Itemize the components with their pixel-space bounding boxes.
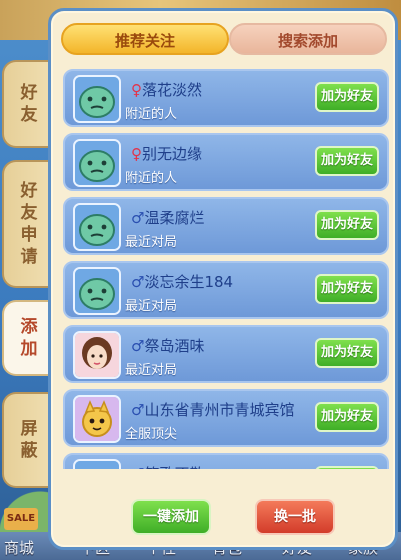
sale-badge[interactable]: SALE xyxy=(4,508,38,530)
female-icon: ♀ xyxy=(131,81,142,99)
side-tab-friends[interactable]: 好友 xyxy=(2,60,54,148)
player-avatar[interactable] xyxy=(73,331,121,379)
tab-recommended[interactable]: 推荐关注 xyxy=(61,23,229,55)
player-source: 附近的人 xyxy=(125,171,178,186)
male-icon: ♂ xyxy=(131,273,145,291)
player-name-text: 温柔腐烂 xyxy=(144,209,205,227)
side-tab-friends-label: 好友 xyxy=(20,83,38,125)
player-name: ♂山东省青州市青城宾馆 xyxy=(131,399,294,420)
friends-panel: 推荐关注 搜索添加 ♀落花淡然 附近的人 加为好友 ♀别无边缘 附近的人 加为好友 ♂温柔腐… xyxy=(48,8,398,550)
player-row: ♀别无边缘附近的人 加为好友 xyxy=(63,133,389,191)
player-avatar[interactable] xyxy=(73,203,121,251)
player-list[interactable]: ♀落花淡然 附近的人 加为好友 ♀别无边缘 附近的人 加为好友 ♂温柔腐烂 最近对局 加为好友 ♂… xyxy=(63,69,389,469)
add-friend-button[interactable]: 加为好友 xyxy=(315,466,379,469)
player-row: ♂笑歌不散加为好友 xyxy=(63,453,389,469)
player-source: 最近对局 xyxy=(125,299,178,314)
side-tab-friend-requests-label: 好友申请 xyxy=(20,181,38,267)
add-friend-button[interactable]: 加为好友 xyxy=(315,210,379,240)
add-friend-button[interactable]: 加为好友 xyxy=(315,402,379,432)
nav-shop[interactable]: 商城 xyxy=(4,537,34,558)
side-tab-friend-requests[interactable]: 好友申请 xyxy=(2,160,54,288)
tab-search-add[interactable]: 搜索添加 xyxy=(229,23,387,55)
player-name-text: 祭岛酒味 xyxy=(144,337,205,355)
side-tab-add[interactable]: 添加 xyxy=(2,300,54,376)
player-source: 最近对局 xyxy=(125,363,178,378)
player-name-text: 别无边缘 xyxy=(142,145,203,163)
side-tab-block[interactable]: 屏蔽 xyxy=(2,392,54,488)
side-tab-block-label: 屏蔽 xyxy=(20,419,38,461)
player-name-text: 山东省青州市青城宾馆 xyxy=(144,401,295,419)
player-name: ♂淡忘余生184 xyxy=(131,271,233,292)
player-source: 附近的人 xyxy=(125,107,178,122)
player-avatar[interactable] xyxy=(73,139,121,187)
player-name-text: 淡忘余生184 xyxy=(144,273,234,291)
player-source: 全服顶尖 xyxy=(125,427,178,442)
player-avatar[interactable] xyxy=(73,267,121,315)
player-name: ♀别无边缘 xyxy=(131,143,202,164)
add-all-button[interactable]: 一键添加 xyxy=(131,499,211,535)
player-name-text: 落花淡然 xyxy=(142,81,203,99)
player-avatar[interactable] xyxy=(73,459,121,469)
player-name: ♂祭岛酒味 xyxy=(131,335,204,356)
add-friend-button[interactable]: 加为好友 xyxy=(315,274,379,304)
player-row: ♂山东省青州市青城宾馆全服顶尖 加为好友 xyxy=(63,389,389,447)
player-row: ♂淡忘余生184 最近对局 加为好友 xyxy=(63,261,389,319)
player-row: ♂温柔腐烂最近对局 加为好友 xyxy=(63,197,389,255)
male-icon: ♂ xyxy=(131,465,144,469)
player-row: ♀落花淡然附近的人 加为好友 xyxy=(63,69,389,127)
male-icon: ♂ xyxy=(131,209,145,227)
player-row: ♂祭岛酒味最近对局 加为好友 xyxy=(63,325,389,383)
player-source: 最近对局 xyxy=(125,235,178,250)
player-name-text: 笑歌不散 xyxy=(144,465,204,469)
male-icon: ♂ xyxy=(131,337,145,355)
player-name: ♀落花淡然 xyxy=(131,79,202,100)
player-name: ♂笑歌不散 xyxy=(131,463,204,469)
player-avatar[interactable] xyxy=(73,395,121,443)
add-friend-button[interactable]: 加为好友 xyxy=(315,338,379,368)
side-tab-add-label: 添加 xyxy=(20,317,38,359)
player-avatar[interactable] xyxy=(73,75,121,123)
refresh-batch-button[interactable]: 换一批 xyxy=(255,499,335,535)
top-tabs: 推荐关注 搜索添加 xyxy=(61,23,387,57)
player-name: ♂温柔腐烂 xyxy=(131,207,204,228)
add-friend-button[interactable]: 加为好友 xyxy=(315,146,379,176)
add-friend-button[interactable]: 加为好友 xyxy=(315,82,379,112)
male-icon: ♂ xyxy=(131,401,145,419)
female-icon: ♀ xyxy=(131,145,142,163)
